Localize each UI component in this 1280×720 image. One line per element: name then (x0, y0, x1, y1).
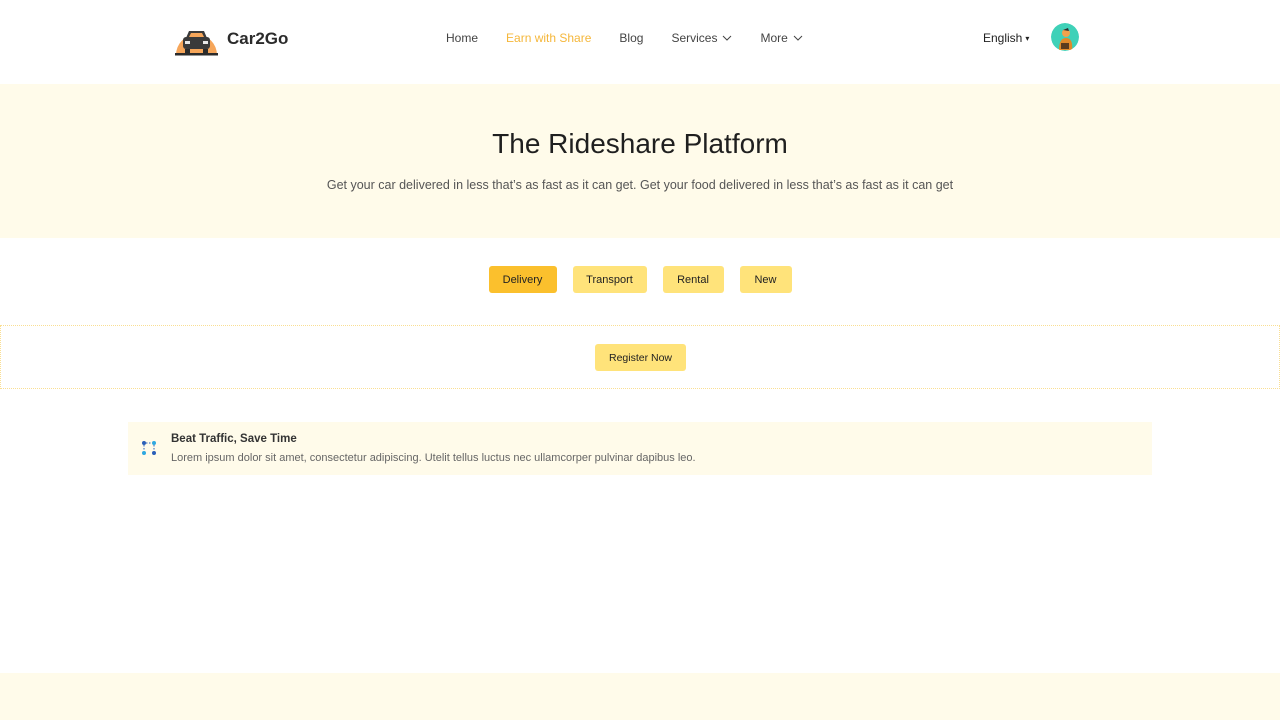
brand-name: Car2Go (227, 29, 289, 48)
site-header: Car2Go Home Earn with Share Blog Service… (0, 0, 1280, 84)
nav-services-label: Services (671, 31, 718, 45)
tab-transport-label: Transport (586, 273, 633, 286)
register-panel: Register Now (0, 325, 1280, 389)
main-nav: Home Earn with Share Blog Services More (446, 31, 831, 45)
user-avatar[interactable] (1051, 23, 1079, 51)
chevron-down-icon (793, 35, 803, 41)
nav-blog[interactable]: Blog (619, 31, 643, 45)
nav-earn-label: Earn with Share (506, 31, 592, 45)
nav-more-label: More (760, 31, 788, 45)
nav-home[interactable]: Home (446, 31, 478, 45)
language-selector[interactable]: English ▾ (983, 31, 1029, 45)
register-now-button[interactable]: Register Now (595, 344, 686, 371)
nav-blog-label: Blog (619, 31, 644, 45)
feature-card: Beat Traffic, Save Time Lorem ipsum dolo… (128, 422, 1152, 475)
car-logo-icon (175, 31, 218, 56)
chevron-down-icon (723, 35, 732, 41)
language-label: English (983, 31, 1023, 45)
nav-home-label: Home (446, 31, 479, 45)
nav-earn-with-share[interactable]: Earn with Share (506, 31, 591, 45)
feature-description: Lorem ipsum dolor sit amet, consectetur … (171, 452, 696, 464)
route-icon (142, 441, 156, 455)
service-tabs: Delivery Transport Rental New (0, 266, 1280, 293)
tab-rental-label: Rental (677, 273, 709, 286)
caret-down-icon: ▾ (1025, 33, 1030, 43)
tab-new[interactable]: New (739, 266, 792, 293)
avatar-image (1051, 23, 1079, 51)
tab-delivery-label: Delivery (502, 273, 543, 286)
hero-subtitle: Get your car delivered in less that’s as… (326, 178, 954, 192)
tab-new-label: New (754, 273, 777, 286)
footer-band (0, 673, 1280, 720)
nav-services[interactable]: Services (671, 31, 732, 45)
nav-more[interactable]: More (760, 31, 803, 45)
tab-transport[interactable]: Transport (572, 266, 647, 293)
hero-section: The Rideshare Platform Get your car deli… (0, 84, 1280, 238)
tab-rental[interactable]: Rental (662, 266, 724, 293)
feature-title: Beat Traffic, Save Time (171, 433, 297, 445)
register-now-label: Register Now (608, 351, 673, 364)
brand-logo[interactable]: Car2Go (174, 22, 288, 56)
hero-title: The Rideshare Platform (492, 128, 788, 159)
tab-delivery[interactable]: Delivery (488, 266, 557, 293)
